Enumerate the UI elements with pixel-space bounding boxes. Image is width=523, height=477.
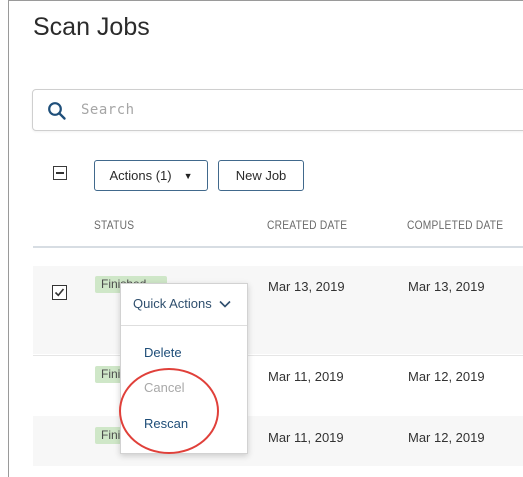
completed-date: Mar 12, 2019 xyxy=(408,430,485,445)
column-header-completed-date[interactable]: COMPLETED DATE xyxy=(407,218,503,232)
checkmark-icon xyxy=(54,288,65,297)
menu-divider xyxy=(121,325,247,326)
new-job-button[interactable]: New Job xyxy=(218,160,304,191)
created-date: Mar 11, 2019 xyxy=(268,369,344,384)
caret-down-icon: ▼ xyxy=(183,170,193,181)
table-row[interactable]: Finished Mar 11, 2019 Mar 12, 2019 xyxy=(33,416,523,466)
actions-dropdown-button[interactable]: Actions (1) ▼ xyxy=(94,160,208,191)
quick-actions-label: Quick Actions xyxy=(133,296,212,311)
quick-actions-menu[interactable]: Quick Actions Delete Cancel Rescan xyxy=(120,283,248,454)
quick-actions-toggle[interactable]: Quick Actions xyxy=(133,296,231,311)
menu-item-rescan[interactable]: Rescan xyxy=(144,416,188,431)
column-header-created-date[interactable]: CREATED DATE xyxy=(267,218,347,232)
menu-item-delete[interactable]: Delete xyxy=(144,345,182,360)
row-checkbox[interactable] xyxy=(52,285,67,300)
created-date: Mar 11, 2019 xyxy=(268,430,344,445)
new-job-label: New Job xyxy=(235,168,287,183)
search-input[interactable] xyxy=(81,98,511,122)
indeterminate-dash-icon xyxy=(56,172,64,174)
window-border-left xyxy=(8,0,9,477)
chevron-down-icon xyxy=(219,300,231,308)
created-date: Mar 13, 2019 xyxy=(268,279,345,294)
completed-date: Mar 12, 2019 xyxy=(408,369,485,384)
column-header-status[interactable]: STATUS xyxy=(94,218,134,232)
search-box[interactable] xyxy=(32,89,523,131)
header-divider xyxy=(33,246,523,248)
page-title: Scan Jobs xyxy=(33,13,150,41)
search-icon[interactable] xyxy=(47,101,67,121)
select-all-checkbox[interactable] xyxy=(53,166,67,180)
window-border-top xyxy=(8,0,523,1)
table-row[interactable]: Finished Mar 13, 2019 Mar 13, 2019 xyxy=(33,266,523,354)
menu-item-cancel: Cancel xyxy=(144,380,185,395)
completed-date: Mar 13, 2019 xyxy=(408,279,485,294)
actions-label: Actions (1) xyxy=(109,168,172,183)
